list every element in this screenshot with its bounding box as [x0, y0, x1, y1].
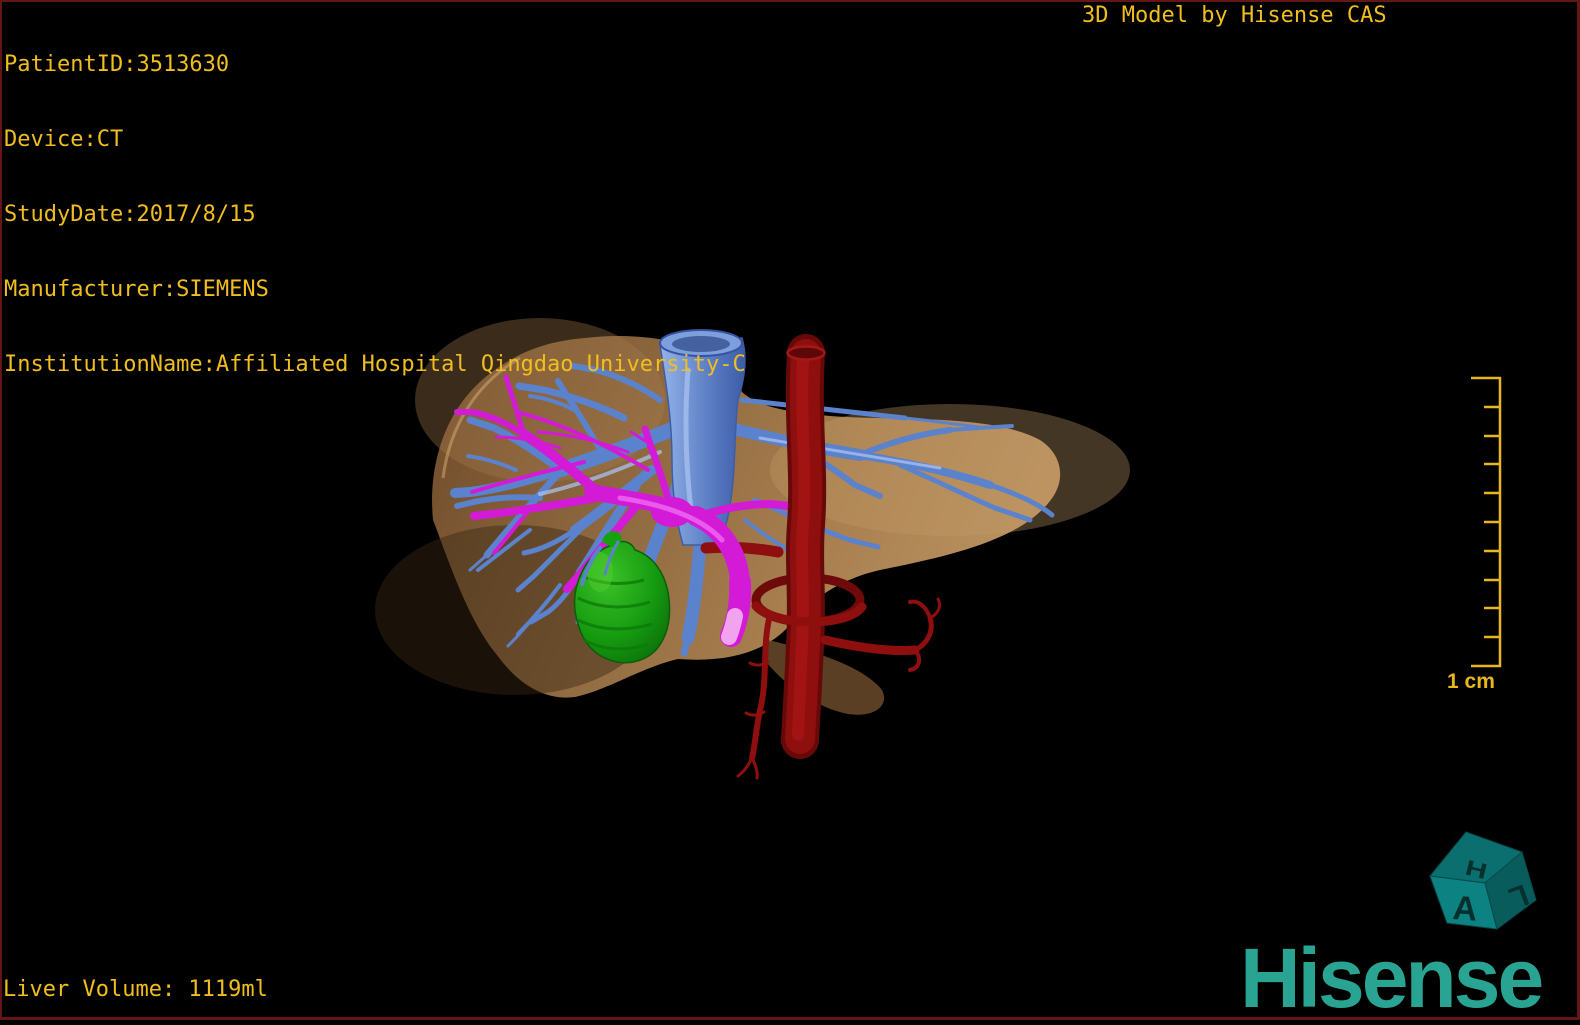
patient-id: PatientID:3513630 — [4, 52, 230, 77]
patient-info: PatientID:3513630 Device:CT StudyDate:20… — [4, 2, 746, 402]
cube-letter-front: A — [1451, 889, 1478, 929]
scale-bar: 1 cm — [1447, 376, 1502, 693]
watermark: 3D Model by Hisense CAS — [1082, 3, 1387, 28]
device: Device:CT — [4, 127, 124, 152]
institution-name: InstitutionName:Affiliated Hospital Qing… — [4, 352, 746, 377]
manufacturer: Manufacturer:SIEMENS — [4, 277, 269, 302]
hisense-logo: Hisense — [1240, 931, 1544, 1025]
aorta-opening — [786, 345, 826, 361]
study-date: StudyDate:2017/8/15 — [4, 202, 256, 227]
portal-cut-tip — [721, 608, 743, 645]
orientation-cube[interactable]: H A L — [1429, 831, 1537, 930]
scale-bar-label: 1 cm — [1447, 670, 1495, 693]
liver-volume-label: Liver Volume: 1119ml — [3, 977, 268, 1002]
